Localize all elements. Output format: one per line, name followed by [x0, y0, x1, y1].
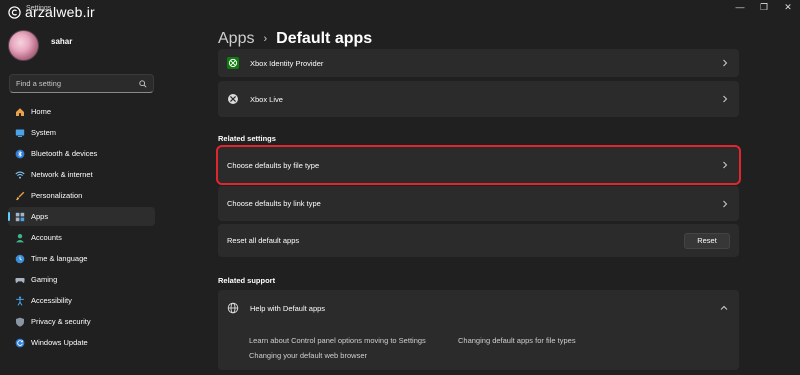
sidebar-item-apps[interactable]: Apps [8, 207, 155, 226]
chevron-right-icon [723, 59, 728, 67]
search-box[interactable] [9, 74, 154, 93]
sidebar-item-gaming[interactable]: Gaming [8, 270, 155, 289]
related-support-heading: Related support [218, 276, 276, 285]
app-row-xbox-identity-provider[interactable]: Xbox Identity Provider [218, 49, 739, 77]
sidebar: sahar Home System Bluetooth [0, 20, 200, 375]
help-with-default-apps[interactable]: Help with Default apps [218, 290, 739, 326]
sidebar-item-label: Home [31, 107, 52, 116]
settings-row-label: Reset all default apps [227, 236, 300, 245]
sidebar-item-label: Personalization [31, 191, 83, 200]
sidebar-item-label: Gaming [31, 275, 58, 284]
username: sahar [51, 37, 73, 46]
bluetooth-icon [15, 149, 25, 158]
chevron-up-icon[interactable] [720, 305, 728, 311]
close-button[interactable]: ✕ [776, 2, 800, 13]
system-icon [15, 129, 25, 137]
app-row-label: Xbox Identity Provider [250, 58, 324, 68]
breadcrumb-separator: › [263, 33, 268, 45]
help-label: Help with Default apps [250, 303, 326, 313]
sidebar-item-label: Network & internet [31, 170, 93, 179]
sidebar-item-label: Apps [31, 212, 49, 221]
sidebar-item-label: Privacy & security [31, 317, 91, 326]
sidebar-item-windows-update[interactable]: Windows Update [8, 333, 155, 352]
xbox-icon [227, 57, 239, 69]
sidebar-item-label: Windows Update [31, 338, 88, 347]
sidebar-item-label: Accessibility [31, 296, 72, 305]
avatar [8, 30, 39, 61]
sidebar-item-home[interactable]: Home [8, 102, 155, 121]
nav-list: Home System Bluetooth & devices Network … [8, 102, 155, 354]
account-icon [16, 233, 24, 242]
shield-icon [16, 317, 24, 327]
globe-icon [227, 302, 239, 314]
page-title: Default apps [276, 30, 373, 47]
sidebar-item-time-language[interactable]: Time & language [8, 249, 155, 268]
sidebar-item-label: System [31, 128, 57, 137]
brush-icon [16, 191, 25, 200]
title-bar: Settings arzalweb.ir — ❐ ✕ [0, 0, 800, 20]
sidebar-item-personalization[interactable]: Personalization [8, 186, 155, 205]
search-icon [139, 79, 147, 88]
chevron-right-icon [723, 95, 728, 103]
breadcrumb: Apps › Default apps [218, 30, 372, 48]
reset-button[interactable]: Reset [684, 232, 730, 249]
support-link[interactable]: Learn about Control panel options moving… [249, 336, 426, 345]
settings-row-label: Choose defaults by file type [227, 160, 320, 170]
breadcrumb-parent[interactable]: Apps [218, 30, 254, 48]
settings-row-label: Choose defaults by link type [227, 199, 321, 208]
minimize-button[interactable]: — [728, 2, 752, 12]
sidebar-item-privacy-security[interactable]: Privacy & security [8, 312, 155, 331]
accessibility-icon [16, 296, 24, 306]
user-profile[interactable]: sahar [8, 30, 72, 61]
maximize-button[interactable]: ❐ [752, 2, 776, 13]
copyright-icon [8, 5, 21, 19]
apps-icon [15, 212, 25, 221]
chevron-right-icon [723, 200, 728, 207]
app-row-label: Xbox Live [250, 94, 283, 104]
globe-clock-icon [15, 254, 25, 263]
sidebar-item-network[interactable]: Network & internet [8, 165, 155, 184]
watermark: arzalweb.ir [8, 4, 95, 20]
sidebar-item-label: Time & language [31, 254, 88, 263]
home-icon [16, 107, 24, 116]
sidebar-item-accessibility[interactable]: Accessibility [8, 291, 155, 310]
sidebar-item-system[interactable]: System [8, 123, 155, 142]
sidebar-item-accounts[interactable]: Accounts [8, 228, 155, 247]
choose-defaults-by-link-type[interactable]: Choose defaults by link type [218, 186, 739, 221]
support-link[interactable]: Changing default apps for file types [458, 336, 576, 345]
update-icon [15, 338, 25, 347]
xbox-live-icon [228, 94, 238, 104]
reset-all-default-apps: Reset all default apps Reset [218, 224, 739, 257]
support-link[interactable]: Changing your default web browser [249, 351, 367, 360]
sidebar-item-label: Bluetooth & devices [31, 149, 98, 158]
related-settings-heading: Related settings [218, 134, 276, 143]
sidebar-item-bluetooth[interactable]: Bluetooth & devices [8, 144, 155, 163]
sidebar-item-label: Accounts [31, 233, 62, 242]
wifi-icon [15, 171, 25, 179]
gamepad-icon [15, 277, 25, 283]
choose-defaults-by-file-type[interactable]: Choose defaults by file type [216, 145, 741, 185]
watermark-text: arzalweb.ir [25, 4, 95, 20]
app-row-xbox-live[interactable]: Xbox Live [218, 81, 739, 117]
chevron-right-icon [723, 161, 728, 169]
search-input[interactable] [16, 79, 139, 88]
support-links-panel: Learn about Control panel options moving… [218, 326, 739, 370]
